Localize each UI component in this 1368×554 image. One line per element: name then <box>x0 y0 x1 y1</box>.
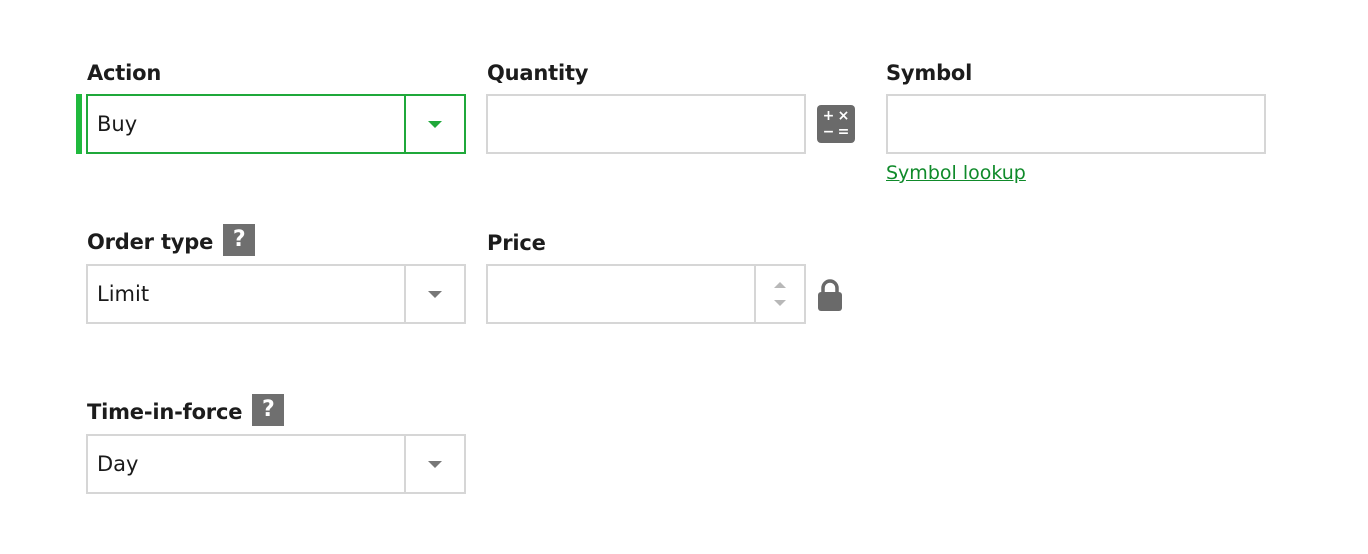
chevron-down-icon <box>428 120 442 128</box>
calc-times-glyph: × <box>837 108 850 124</box>
stepper-up-icon[interactable] <box>774 282 786 288</box>
stepper-down-icon[interactable] <box>774 300 786 306</box>
time-in-force-select-value: Day <box>97 452 139 476</box>
calculator-icon[interactable]: + × − = <box>817 105 855 143</box>
price-stepper[interactable] <box>754 266 804 322</box>
symbol-input[interactable] <box>886 94 1266 154</box>
price-label: Price <box>487 231 546 255</box>
order-entry-form: Action Buy Quantity + × − = Symbol Symbo… <box>0 0 1368 554</box>
chevron-down-icon <box>428 460 442 468</box>
order-type-dropdown-button[interactable] <box>404 266 464 322</box>
lock-icon[interactable] <box>817 278 843 314</box>
help-icon[interactable]: ? <box>252 394 285 426</box>
calc-equals-glyph: = <box>837 124 850 140</box>
action-select[interactable]: Buy <box>76 94 466 154</box>
order-type-label: Order type <box>87 230 214 254</box>
symbol-lookup-link[interactable]: Symbol lookup <box>886 162 1026 184</box>
help-icon[interactable]: ? <box>223 224 256 256</box>
action-select-value: Buy <box>97 112 138 136</box>
time-in-force-dropdown-button[interactable] <box>404 436 464 492</box>
time-in-force-label: Time-in-force <box>87 400 243 424</box>
quantity-label: Quantity <box>487 61 589 85</box>
calc-plus-glyph: + <box>822 108 835 124</box>
time-in-force-label-row: Time-in-force? <box>87 394 285 426</box>
action-label: Action <box>87 61 162 85</box>
order-type-select[interactable]: Limit <box>86 264 466 324</box>
action-dropdown-button[interactable] <box>404 96 464 152</box>
time-in-force-select[interactable]: Day <box>86 434 466 494</box>
order-type-label-row: Order type? <box>87 224 256 256</box>
chevron-down-icon <box>428 290 442 298</box>
symbol-label: Symbol <box>886 61 973 85</box>
quantity-input[interactable] <box>486 94 806 154</box>
calc-minus-glyph: − <box>822 124 835 140</box>
order-type-select-value: Limit <box>97 282 150 306</box>
